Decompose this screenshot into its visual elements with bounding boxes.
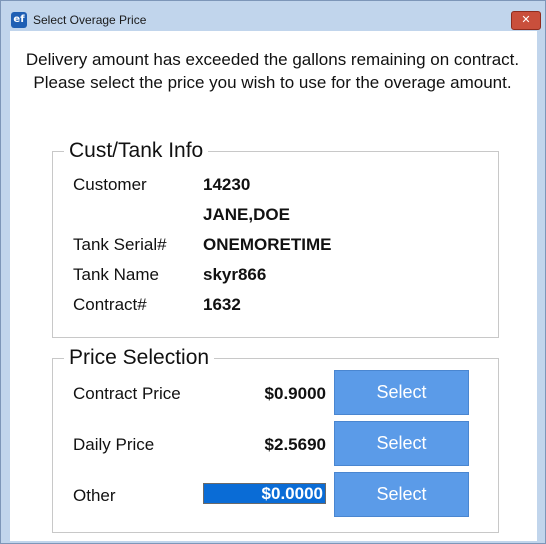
other-price-input[interactable] xyxy=(203,483,326,504)
tank-serial-label: Tank Serial# xyxy=(73,235,167,254)
tank-name-value: skyr866 xyxy=(203,265,267,284)
select-other-price-button[interactable]: Select xyxy=(334,472,469,517)
price-selection-legend: Price Selection xyxy=(69,346,210,369)
window-title: Select Overage Price xyxy=(33,13,147,27)
contract-label: Contract# xyxy=(73,295,147,314)
app-icon: ef xyxy=(11,12,27,28)
select-daily-price-button[interactable]: Select xyxy=(334,421,469,466)
cust-tank-info-legend: Cust/Tank Info xyxy=(69,139,204,162)
customer-label: Customer xyxy=(73,175,147,194)
contract-price-value: $0.9000 xyxy=(264,384,326,403)
customer-number: 14230 xyxy=(203,175,251,194)
other-price-label: Other xyxy=(73,486,116,505)
daily-price-label: Daily Price xyxy=(73,435,155,454)
select-contract-price-button[interactable]: Select xyxy=(334,370,469,415)
daily-price-value: $2.5690 xyxy=(264,435,326,454)
customer-name: JANE,DOE xyxy=(203,205,290,224)
tank-serial-value: ONEMORETIME xyxy=(203,235,332,254)
close-button[interactable]: ✕ xyxy=(511,11,541,30)
contract-value: 1632 xyxy=(203,295,241,314)
overage-message: Delivery amount has exceeded the gallons… xyxy=(25,50,520,92)
contract-price-label: Contract Price xyxy=(73,384,181,403)
tank-name-label: Tank Name xyxy=(73,265,159,284)
